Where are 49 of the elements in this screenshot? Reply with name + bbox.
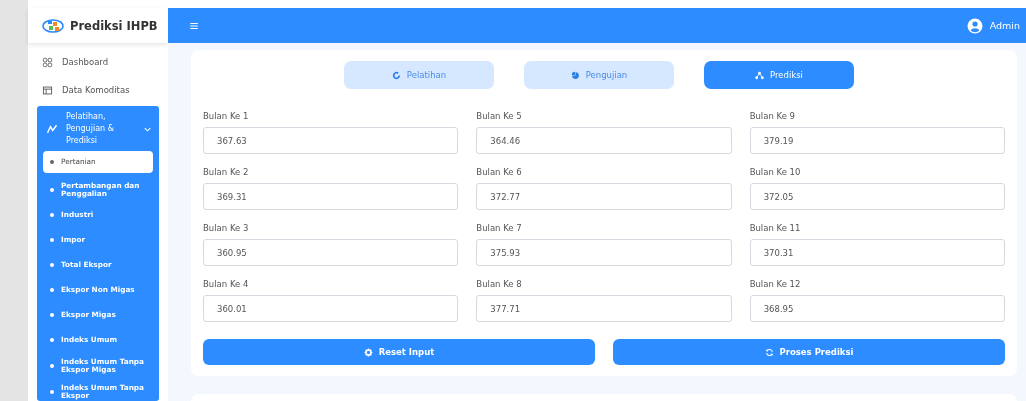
- bullet-icon: [50, 187, 54, 192]
- input-field[interactable]: 379.19: [749, 127, 1005, 154]
- grid-icon: [42, 56, 53, 68]
- input-field[interactable]: 377.71: [476, 295, 732, 322]
- bullet-icon: [50, 363, 54, 368]
- field-label: Bulan Ke 10: [749, 167, 802, 177]
- field-label: Bulan Ke 8: [476, 279, 523, 289]
- field-label: Bulan Ke 7: [476, 223, 523, 233]
- chart-line-icon: [46, 123, 58, 135]
- network-icon: [755, 70, 764, 80]
- bullet-icon: [50, 338, 54, 342]
- gear-icon: [363, 347, 373, 357]
- sidebar-item[interactable]: Data Komoditas: [28, 76, 168, 104]
- bullet-icon: [50, 263, 54, 267]
- logo-icon: [42, 17, 64, 34]
- field-label: Bulan Ke 2: [203, 167, 250, 177]
- input-field[interactable]: 368.95: [749, 295, 1005, 322]
- input-field[interactable]: 369.31: [203, 183, 459, 210]
- field-label: Bulan Ke 9: [749, 111, 797, 121]
- field-label: Bulan Ke 6: [476, 167, 523, 177]
- field-label: Bulan Ke 1: [203, 111, 250, 121]
- field-label: Bulan Ke 11: [749, 223, 802, 233]
- sync-icon: [764, 347, 774, 357]
- bullet-icon: [50, 238, 54, 242]
- refresh-icon: [391, 70, 401, 80]
- user-name: Admin: [989, 20, 1020, 31]
- field-label: Bulan Ke 12: [749, 279, 802, 289]
- input-field[interactable]: 360.01: [203, 295, 459, 322]
- input-field[interactable]: 372.05: [749, 183, 1005, 210]
- table-icon: [42, 84, 53, 96]
- brand-title: Prediksi IHPB: [70, 18, 158, 33]
- bullet-icon: [50, 160, 54, 164]
- input-field[interactable]: 360.95: [203, 239, 459, 266]
- input-field[interactable]: 367.63: [203, 127, 459, 154]
- input-field[interactable]: 364.46: [476, 127, 732, 154]
- menu-icon: [189, 20, 199, 31]
- field-label: Bulan Ke 4: [203, 279, 250, 289]
- bullet-icon: [50, 213, 54, 217]
- bullet-icon: [50, 288, 54, 292]
- input-field[interactable]: 370.31: [749, 239, 1005, 266]
- sidebar-item[interactable]: Dashboard: [28, 48, 168, 76]
- bullet-icon: [50, 389, 54, 394]
- pie-chart-icon: [570, 70, 580, 80]
- input-field[interactable]: 372.77: [476, 183, 732, 210]
- user-avatar-icon: [966, 17, 983, 34]
- field-label: Bulan Ke 3: [203, 223, 250, 233]
- bullet-icon: [50, 313, 54, 317]
- input-field[interactable]: 375.93: [476, 239, 732, 266]
- field-label: Bulan Ke 5: [476, 111, 523, 121]
